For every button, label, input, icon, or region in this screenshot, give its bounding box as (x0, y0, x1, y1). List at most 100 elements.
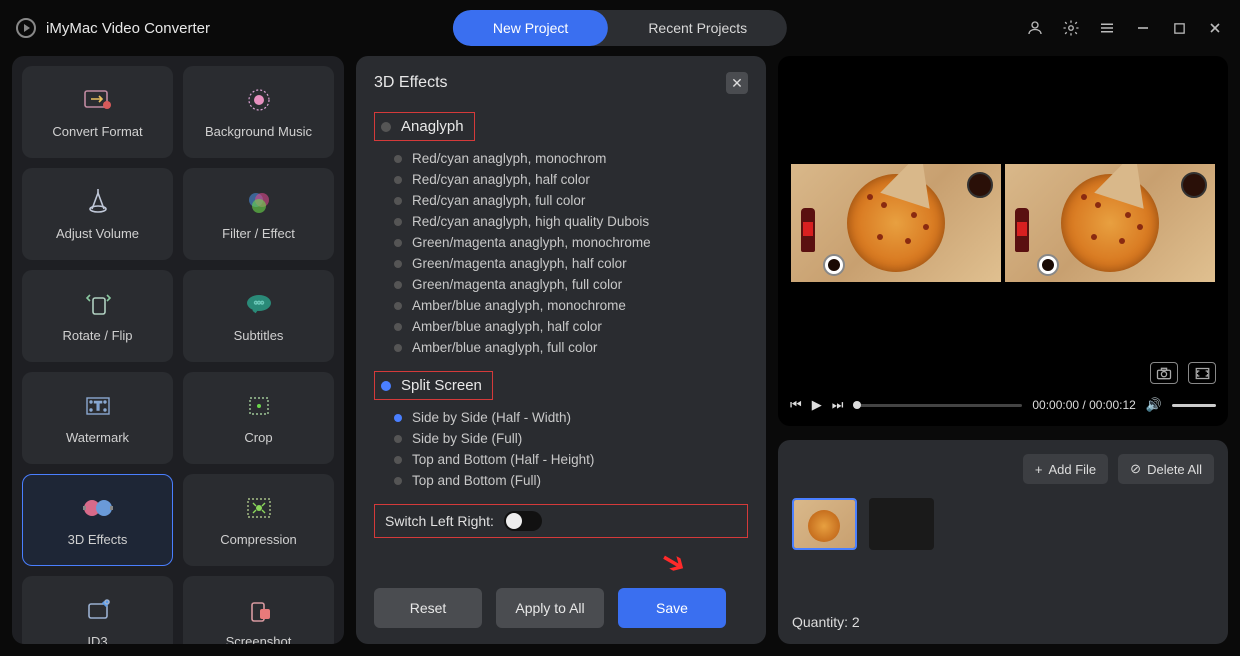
anaglyph-option[interactable]: Green/magenta anaglyph, half color (394, 256, 748, 271)
player-controls: ⏮ ▶ ⏭ 00:00:00 / 00:00:12 🔊 (778, 390, 1228, 426)
tool-id3[interactable]: ID3 (22, 576, 173, 644)
prev-icon[interactable]: ⏮ (790, 397, 802, 413)
anaglyph-option[interactable]: Green/magenta anaglyph, full color (394, 277, 748, 292)
panel-close-button[interactable]: ✕ (726, 72, 748, 94)
option-label: Side by Side (Half - Width) (412, 410, 571, 425)
crop-icon (242, 392, 276, 420)
snapshot-icon[interactable] (1150, 362, 1178, 384)
tool-3d-effects[interactable]: 3D Effects (22, 474, 173, 566)
radio-icon (394, 197, 402, 205)
window-controls (1026, 19, 1224, 37)
file-thumbnail[interactable] (869, 498, 934, 550)
close-icon[interactable] (1206, 19, 1224, 37)
app-title-text: iMyMac Video Converter (46, 20, 210, 37)
volume-icon[interactable]: 🔊 (1146, 397, 1162, 413)
account-icon[interactable] (1026, 19, 1044, 37)
option-label: Amber/blue anaglyph, full color (412, 340, 597, 355)
watermark-icon: T (81, 392, 115, 420)
add-file-button[interactable]: +Add File (1023, 454, 1108, 484)
id3-icon (81, 596, 115, 624)
gear-icon[interactable] (1062, 19, 1080, 37)
file-thumbnails (792, 498, 1214, 550)
anaglyph-heading: Anaglyph (401, 118, 464, 135)
split-option[interactable]: Top and Bottom (Half - Height) (394, 452, 748, 467)
video-preview: ⏮ ▶ ⏭ 00:00:00 / 00:00:12 🔊 (778, 56, 1228, 426)
play-icon[interactable]: ▶ (812, 397, 822, 413)
option-label: Red/cyan anaglyph, high quality Dubois (412, 214, 649, 229)
anaglyph-option[interactable]: Green/magenta anaglyph, monochrome (394, 235, 748, 250)
tool-convert-format[interactable]: Convert Format (22, 66, 173, 158)
radio-icon (394, 218, 402, 226)
filter-effect-icon (242, 188, 276, 216)
project-tabs: New Project Recent Projects (453, 10, 787, 46)
split-option[interactable]: Side by Side (Half - Width) (394, 410, 748, 425)
anaglyph-option[interactable]: Amber/blue anaglyph, monochrome (394, 298, 748, 313)
anaglyph-section-header[interactable]: Anaglyph (374, 112, 475, 141)
tool-adjust-volume[interactable]: Adjust Volume (22, 168, 173, 260)
anaglyph-option[interactable]: Amber/blue anaglyph, full color (394, 340, 748, 355)
background-music-icon (242, 86, 276, 114)
radio-icon (381, 122, 391, 132)
delete-all-button[interactable]: ⊘Delete All (1118, 454, 1214, 484)
tab-new-project[interactable]: New Project (453, 10, 608, 46)
tool-rotate-flip[interactable]: Rotate / Flip (22, 270, 173, 362)
tab-recent-projects[interactable]: Recent Projects (608, 10, 787, 46)
tool-subtitles[interactable]: •••Subtitles (183, 270, 334, 362)
split-option[interactable]: Side by Side (Full) (394, 431, 748, 446)
radio-icon (394, 456, 402, 464)
next-icon[interactable]: ⏭ (832, 397, 844, 413)
radio-icon (394, 323, 402, 331)
title-bar: iMyMac Video Converter New Project Recen… (0, 0, 1240, 56)
maximize-icon[interactable] (1170, 19, 1188, 37)
tool-watermark[interactable]: T Watermark (22, 372, 173, 464)
effects-panel: 3D Effects ✕ Anaglyph Red/cyan anaglyph,… (356, 56, 766, 644)
tool-compression[interactable]: Compression (183, 474, 334, 566)
option-label: Amber/blue anaglyph, half color (412, 319, 602, 334)
minimize-icon[interactable] (1134, 19, 1152, 37)
option-label: Red/cyan anaglyph, monochrom (412, 151, 606, 166)
3d-effects-icon (81, 494, 115, 522)
file-panel: +Add File ⊘Delete All Quantity: 2 (778, 440, 1228, 644)
screenshot-icon (242, 596, 276, 624)
app-title: iMyMac Video Converter (16, 18, 210, 38)
apply-to-all-button[interactable]: Apply to All (496, 588, 604, 628)
radio-icon (394, 155, 402, 163)
convert-format-icon (81, 86, 115, 114)
delete-icon: ⊘ (1130, 461, 1141, 477)
save-button[interactable]: Save (618, 588, 726, 628)
anaglyph-option[interactable]: Amber/blue anaglyph, half color (394, 319, 748, 334)
radio-icon (381, 381, 391, 391)
radio-icon (394, 435, 402, 443)
plus-icon: + (1035, 462, 1043, 477)
menu-icon[interactable] (1098, 19, 1116, 37)
reset-button[interactable]: Reset (374, 588, 482, 628)
radio-icon (394, 477, 402, 485)
seek-slider[interactable] (853, 404, 1022, 407)
tool-label: Compression (220, 532, 297, 547)
tool-filter-effect[interactable]: Filter / Effect (183, 168, 334, 260)
radio-icon (394, 344, 402, 352)
anaglyph-option[interactable]: Red/cyan anaglyph, half color (394, 172, 748, 187)
preview-left-frame (791, 164, 1001, 282)
tool-screenshot[interactable]: Screenshot (183, 576, 334, 644)
anaglyph-option[interactable]: Red/cyan anaglyph, monochrom (394, 151, 748, 166)
anaglyph-option[interactable]: Red/cyan anaglyph, high quality Dubois (394, 214, 748, 229)
tool-crop[interactable]: Crop (183, 372, 334, 464)
tool-label: Filter / Effect (222, 226, 295, 241)
tool-label: Subtitles (234, 328, 284, 343)
tool-label: Watermark (66, 430, 129, 445)
option-label: Green/magenta anaglyph, half color (412, 256, 627, 271)
switch-left-right-toggle[interactable] (504, 511, 542, 531)
file-thumbnail[interactable] (792, 498, 857, 550)
tool-background-music[interactable]: Background Music (183, 66, 334, 158)
split-section-header[interactable]: Split Screen (374, 371, 493, 400)
option-label: Green/magenta anaglyph, full color (412, 277, 622, 292)
tool-label: Screenshot (226, 634, 292, 645)
panel-title: 3D Effects (374, 74, 448, 92)
volume-slider[interactable] (1172, 404, 1216, 407)
tools-sidebar: Convert FormatBackground MusicAdjust Vol… (12, 56, 344, 644)
fullscreen-icon[interactable] (1188, 362, 1216, 384)
split-option[interactable]: Top and Bottom (Full) (394, 473, 748, 488)
anaglyph-option[interactable]: Red/cyan anaglyph, full color (394, 193, 748, 208)
option-label: Amber/blue anaglyph, monochrome (412, 298, 626, 313)
